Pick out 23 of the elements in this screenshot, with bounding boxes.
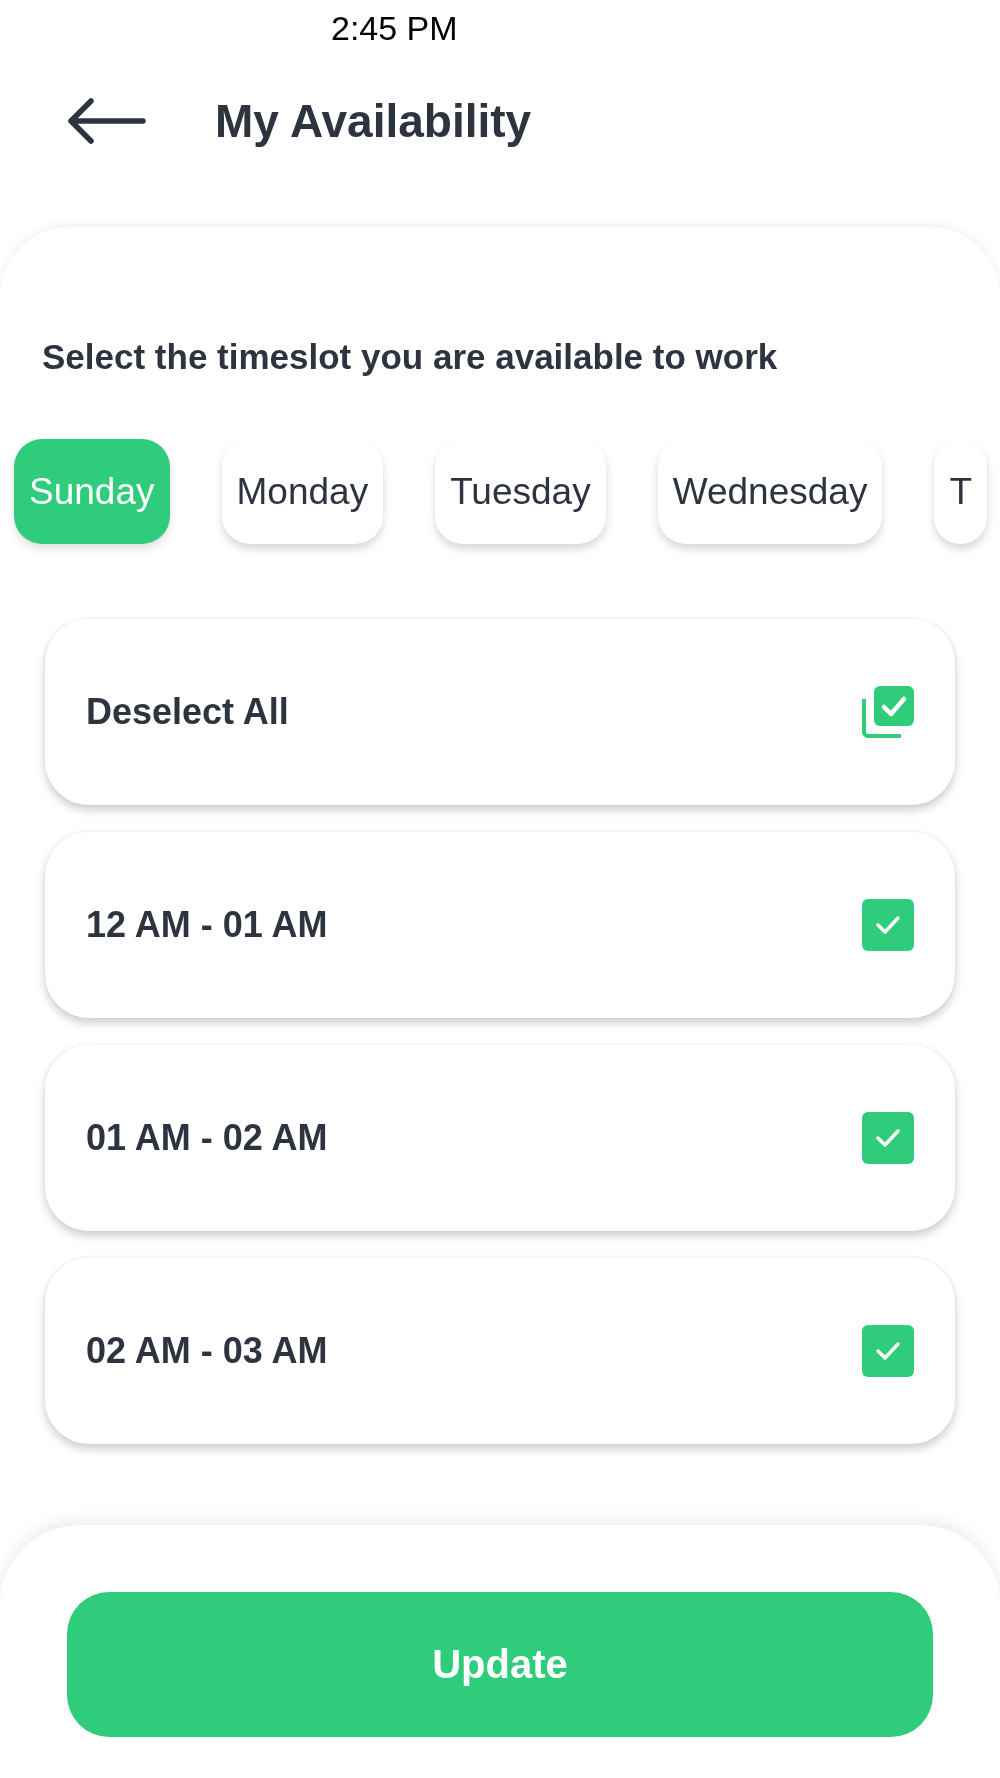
stacked-checkbox-icon[interactable] <box>862 686 914 738</box>
status-time: 2:45 PM <box>331 10 458 45</box>
timeslot-card[interactable]: 01 AM - 02 AM <box>45 1045 955 1231</box>
checkbox[interactable] <box>862 1325 914 1377</box>
checkmark-icon <box>876 916 900 934</box>
checkbox[interactable] <box>862 1112 914 1164</box>
timeslot-label: 01 AM - 02 AM <box>86 1120 328 1156</box>
checkmark-icon <box>876 1342 900 1360</box>
timeslot-card[interactable]: 02 AM - 03 AM <box>45 1258 955 1444</box>
day-tab[interactable]: Tuesday <box>435 439 606 544</box>
timeslot-label: 12 AM - 01 AM <box>86 907 328 943</box>
day-tab[interactable]: T <box>934 439 988 544</box>
day-tab[interactable]: Wednesday <box>657 439 883 544</box>
instruction-text: Select the timeslot you are available to work <box>42 339 778 375</box>
back-button[interactable] <box>68 98 146 144</box>
timeslot-label: 02 AM - 03 AM <box>86 1333 328 1369</box>
arrow-left-icon <box>68 98 146 144</box>
checkbox[interactable] <box>862 899 914 951</box>
timeslot-card[interactable]: 12 AM - 01 AM <box>45 832 955 1018</box>
timeslot-card[interactable]: Deselect All <box>45 619 955 805</box>
checkmark-icon <box>876 1129 900 1147</box>
deselect-all-label: Deselect All <box>86 694 289 730</box>
day-tab[interactable]: Monday <box>221 439 384 544</box>
